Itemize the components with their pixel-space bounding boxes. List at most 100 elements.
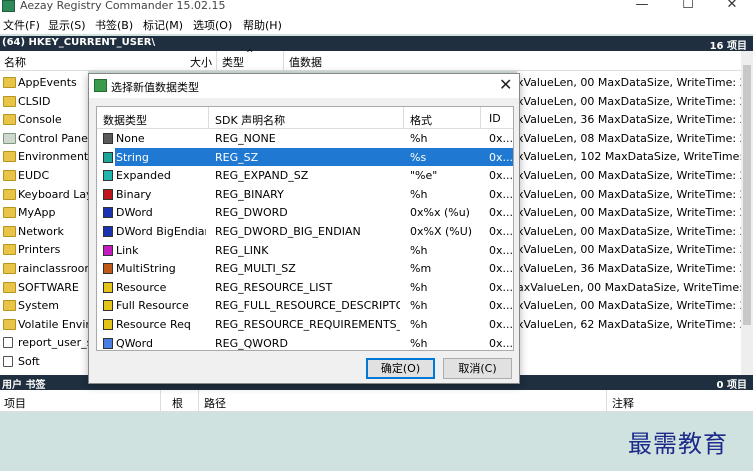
folder-icon [3,188,16,200]
cell-sdk: REG_BINARY [215,187,284,201]
header-format[interactable]: 格式 [410,112,432,128]
table-row[interactable]: Resource REG_RESOURCE_LIST %h 0x... [97,278,513,297]
cell-id: 0x... [489,187,513,201]
cell-format: %h [410,336,428,350]
dialog-close-icon[interactable]: ✕ [499,75,512,94]
type-color-icon [103,170,113,182]
list-item-label: SOFTWARE [18,280,79,294]
list-item[interactable]: MyApp [0,204,88,222]
bookmarks-header: 项目 根 路径 注释 [0,390,753,412]
folder-icon [3,95,16,107]
value-data-cell: xValueLen, 00 MaxDataSize, WriteTime: 2 [517,224,747,238]
list-item[interactable]: CLSID [0,93,88,111]
header-sdk[interactable]: SDK 声明名称 [215,112,285,128]
cell-id: 0x... [489,318,513,331]
header-type[interactable]: 数据类型 [103,112,147,128]
list-item[interactable]: Volatile Environment [0,316,88,334]
table-row[interactable]: String REG_SZ %s 0x... [97,147,513,167]
cell-id: 0x... [489,206,513,220]
folder-icon [3,263,16,274]
cell-id: 0x... [489,280,513,294]
table-row[interactable]: DWord REG_DWORD 0x%x (%u) 0x... [97,203,513,222]
vertical-scrollbar[interactable] [741,51,753,375]
minimize-button[interactable]: — [632,0,652,12]
cell-sdk: REG_NONE [215,132,276,145]
list-item[interactable]: Keyboard Layout [0,186,88,204]
table-row[interactable]: DWord BigEndian REG_DWORD_BIG_ENDIAN 0x%X … [97,222,513,241]
list-item-label: CLSID [18,94,51,108]
column-data[interactable]: 值数据 [289,54,322,70]
control-panel-icon [3,132,16,144]
list-item[interactable]: Environment [0,148,88,166]
menu-mark[interactable]: 标记(M) [143,17,183,33]
table-row[interactable]: QWord REG_QWORD %h 0x... [97,334,513,350]
type-color-icon [103,188,113,200]
list-item[interactable]: Printers [0,241,88,259]
table-row[interactable]: MultiString REG_MULTI_SZ %m 0x... [97,259,513,278]
column-root[interactable]: 根 [172,395,183,411]
menu-view[interactable]: 显示(S) [48,17,86,33]
cell-format: %h [410,243,428,257]
table-row[interactable]: Link REG_LINK %h 0x... [97,241,513,260]
folder-icon [3,300,16,312]
list-item[interactable]: rainclassroom [0,260,88,278]
cell-format: 0x%x (%u) [410,206,470,220]
type-color-icon [103,151,113,163]
list-item[interactable]: System [0,297,88,315]
folder-icon [3,318,16,330]
type-color-icon [103,300,113,312]
table-row[interactable]: Expanded REG_EXPAND_SZ "%e" 0x... [97,166,513,185]
type-color-icon [103,337,113,349]
column-size[interactable]: 大小 [190,54,212,70]
column-path[interactable]: 路径 [204,395,226,411]
column-note[interactable]: 注释 [612,395,634,411]
ok-button[interactable]: 确定(O) [366,358,435,379]
list-item-label: MyApp [18,206,56,220]
table-row[interactable]: Resource Req REG_RESOURCE_REQUIREMENTS_..… [97,315,513,334]
cell-sdk: REG_RESOURCE_REQUIREMENTS_... [215,318,400,331]
folder-icon [3,114,16,126]
value-data-cell: axValueLen, 00 MaxDataSize, WriteTime: 2 [517,280,749,294]
value-data-cell: xValueLen, 00 MaxDataSize, WriteTime: 2 [517,169,747,182]
list-item[interactable]: Control Panel [0,130,88,148]
cell-type: DWord BigEndian [116,225,206,238]
maximize-button[interactable]: ☐ [678,0,698,12]
cell-id: 0x... [489,299,513,313]
list-item[interactable]: Console [0,111,88,129]
value-data-cell: xValueLen, 00 MaxDataSize, WriteTime: 2 [517,243,747,257]
document-icon [3,356,13,367]
column-header: 名称 大小 类型 ^ 值数据 [0,49,753,71]
scrollbar-thumb[interactable] [743,65,751,325]
cell-id: 0x... [489,336,513,350]
cell-id: 0x... [489,150,513,164]
menu-help[interactable]: 帮助(H) [243,17,282,33]
column-item[interactable]: 项目 [4,395,26,411]
table-row[interactable]: Full Resource REG_FULL_RESOURCE_DESCRIPTO… [97,296,513,315]
cell-type: MultiString [116,262,176,276]
column-name[interactable]: 名称 [4,54,26,70]
list-item-label: Console [18,113,62,127]
cell-type: Binary [116,187,152,201]
cell-id: 0x... [489,132,513,145]
menu-options[interactable]: 选项(O) [193,17,232,33]
list-item[interactable]: Soft [0,353,88,371]
menu-bookmarks[interactable]: 书签(B) [95,17,133,33]
list-item[interactable]: AppEvents [0,74,88,92]
menu-file[interactable]: 文件(F) [3,17,40,33]
cancel-button[interactable]: 取消(C) [443,358,512,379]
table-row[interactable]: Binary REG_BINARY %h 0x... [97,185,513,204]
list-item[interactable]: SOFTWARE [0,279,88,297]
cell-type: Link [116,243,139,257]
list-item[interactable]: Network [0,223,88,241]
table-row[interactable]: None REG_NONE %h 0x... [97,129,513,148]
folder-icon [3,281,16,293]
list-item[interactable]: report_user_s [0,334,88,352]
cell-type: None [116,132,145,145]
close-button[interactable]: ✕ [722,0,742,12]
value-data-cell: xValueLen, 00 MaxDataSize, WriteTime: 2 [517,76,747,89]
list-item[interactable]: EUDC [0,167,88,185]
watermark: 最需教育 [628,430,728,458]
cell-type: Resource [116,280,167,294]
column-type[interactable]: 类型 [222,54,244,70]
header-id[interactable]: ID [489,112,501,125]
